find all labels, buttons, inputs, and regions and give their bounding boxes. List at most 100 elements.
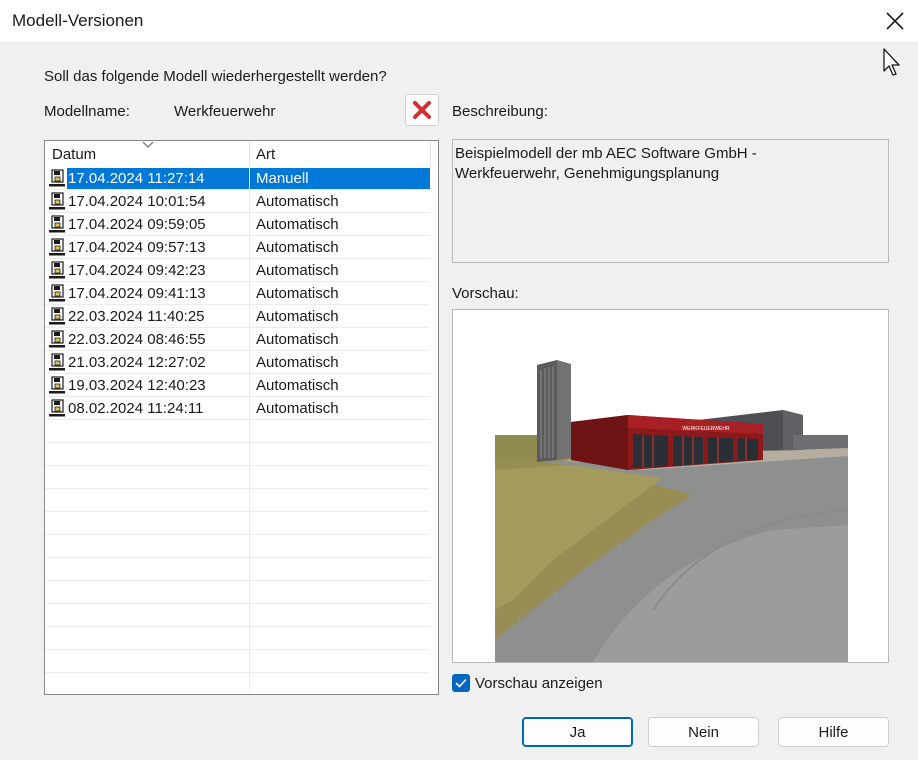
list-row[interactable]: 17.04.2024 09:57:13 Automatisch: [45, 236, 430, 259]
mouse-pointer-icon: [883, 48, 900, 76]
cell-divider: [249, 673, 250, 694]
version-type: Manuell: [256, 170, 309, 187]
cell-divider: [249, 581, 250, 604]
version-type: Automatisch: [256, 239, 339, 256]
empty-list-row: [45, 489, 430, 512]
cell-divider: [249, 512, 250, 535]
close-icon: [886, 12, 904, 30]
list-row[interactable]: 21.03.2024 12:27:02 Automatisch: [45, 351, 430, 374]
version-type: Automatisch: [256, 331, 339, 348]
list-row[interactable]: 17.04.2024 11:27:14 Manuell: [45, 167, 430, 190]
version-date: 08.02.2024 11:24:11: [68, 400, 204, 417]
cell-divider: [249, 259, 250, 282]
column-divider[interactable]: [430, 141, 431, 167]
empty-list-row: [45, 604, 430, 627]
list-body: 17.04.2024 11:27:14 Manuell 17.04.2024 10:…: [45, 167, 438, 694]
empty-list-row: [45, 512, 430, 535]
column-header-datum[interactable]: Datum: [52, 146, 96, 163]
version-type: Automatisch: [256, 354, 339, 371]
cell-divider: [249, 558, 250, 581]
delete-x-icon: [413, 101, 431, 119]
floppy-disk-icon: [49, 376, 65, 394]
version-type: Automatisch: [256, 262, 339, 279]
empty-list-row: [45, 627, 430, 650]
cell-divider: [249, 420, 250, 443]
column-divider[interactable]: [249, 141, 250, 167]
cell-divider: [249, 351, 250, 374]
version-date: 17.04.2024 09:42:23: [68, 262, 206, 279]
list-row[interactable]: 22.03.2024 11:40:25 Automatisch: [45, 305, 430, 328]
no-button[interactable]: Nein: [648, 717, 759, 747]
preview-label: Vorschau:: [452, 285, 519, 302]
cell-divider: [249, 236, 250, 259]
model-name-label: Modellname:: [44, 103, 130, 120]
window-title: Modell-Versionen: [12, 11, 144, 30]
list-row[interactable]: 17.04.2024 10:01:54 Automatisch: [45, 190, 430, 213]
version-date: 17.04.2024 11:27:14: [68, 170, 205, 187]
version-type: Automatisch: [256, 400, 339, 417]
version-type: Automatisch: [256, 308, 339, 325]
yes-button-label: Ja: [569, 723, 586, 741]
checkbox-box[interactable]: [452, 674, 470, 692]
model-name-value: Werkfeuerwehr: [174, 103, 276, 120]
version-type: Automatisch: [256, 193, 339, 210]
column-header-art[interactable]: Art: [256, 146, 275, 163]
floppy-disk-icon: [49, 169, 65, 187]
empty-list-row: [45, 673, 430, 694]
cell-divider: [249, 443, 250, 466]
help-button-label: Hilfe: [818, 723, 849, 741]
cell-divider: [249, 305, 250, 328]
close-button[interactable]: [872, 0, 918, 42]
version-date: 19.03.2024 12:40:23: [68, 377, 206, 394]
empty-list-row: [45, 558, 430, 581]
floppy-disk-icon: [49, 330, 65, 348]
show-preview-checkbox[interactable]: Vorschau anzeigen: [452, 674, 603, 692]
empty-list-row: [45, 581, 430, 604]
floppy-disk-icon: [49, 192, 65, 210]
version-type: Automatisch: [256, 216, 339, 233]
cell-divider: [249, 489, 250, 512]
show-preview-label: Vorschau anzeigen: [475, 674, 603, 692]
help-button[interactable]: Hilfe: [778, 717, 889, 747]
list-header: Datum Art: [45, 141, 438, 167]
list-row[interactable]: 17.04.2024 09:59:05 Automatisch: [45, 213, 430, 236]
floppy-disk-icon: [49, 353, 65, 371]
version-date: 22.03.2024 08:46:55: [68, 331, 206, 348]
list-row[interactable]: 19.03.2024 12:40:23 Automatisch: [45, 374, 430, 397]
list-row[interactable]: 17.04.2024 09:41:13 Automatisch: [45, 282, 430, 305]
empty-list-row: [45, 650, 430, 673]
floppy-disk-icon: [49, 215, 65, 233]
cell-divider: [249, 190, 250, 213]
fire-station-render: WERKFEUERWEHR: [453, 310, 888, 662]
version-date: 17.04.2024 09:59:05: [68, 216, 206, 233]
cell-divider: [249, 397, 250, 420]
list-row[interactable]: 22.03.2024 08:46:55 Automatisch: [45, 328, 430, 351]
list-row[interactable]: 17.04.2024 09:42:23 Automatisch: [45, 259, 430, 282]
version-date: 17.04.2024 10:01:54: [68, 193, 206, 210]
version-type: Automatisch: [256, 285, 339, 302]
version-date: 21.03.2024 12:27:02: [68, 354, 206, 371]
cell-divider: [249, 374, 250, 397]
cell-divider: [249, 282, 250, 305]
no-button-label: Nein: [688, 723, 719, 741]
list-row[interactable]: 08.02.2024 11:24:11 Automatisch: [45, 397, 430, 420]
station-sign: WERKFEUERWEHR: [682, 426, 730, 432]
version-date: 22.03.2024 11:40:25: [68, 308, 205, 325]
restore-question: Soll das folgende Modell wiederhergestel…: [44, 68, 387, 85]
floppy-disk-icon: [49, 261, 65, 279]
floppy-disk-icon: [49, 399, 65, 417]
yes-button[interactable]: Ja: [522, 717, 633, 747]
cell-divider: [249, 328, 250, 351]
version-list[interactable]: Datum Art 17.04.2024 11:27:14 Manuell 17.0…: [44, 140, 439, 695]
delete-version-button[interactable]: [405, 94, 439, 126]
cell-divider: [249, 167, 250, 190]
title-bar: Modell-Versionen: [0, 0, 918, 42]
sort-chevron-down-icon: [142, 141, 154, 148]
checkmark-icon: [455, 678, 467, 688]
floppy-disk-icon: [49, 238, 65, 256]
description-label: Beschreibung:: [452, 103, 548, 120]
cell-divider: [249, 627, 250, 650]
version-date: 17.04.2024 09:41:13: [68, 285, 206, 302]
description-text: Beispielmodell der mb AEC Software GmbH …: [452, 139, 889, 263]
empty-list-row: [45, 443, 430, 466]
